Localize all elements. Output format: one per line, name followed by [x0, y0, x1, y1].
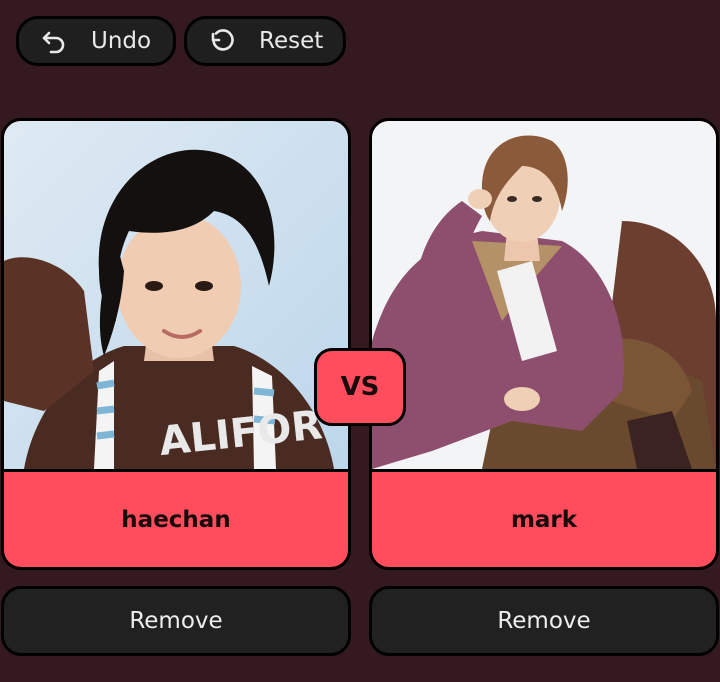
undo-button[interactable]: Undo — [16, 16, 176, 66]
contestant-card-left[interactable]: ALIFOR haechan — [1, 118, 351, 570]
contestant-card-right[interactable]: mark — [369, 118, 719, 570]
rotate-ccw-icon — [207, 26, 237, 56]
contestant-name-left: haechan — [121, 506, 231, 533]
undo-arrow-icon — [39, 26, 69, 56]
undo-label: Undo — [91, 28, 152, 54]
reset-label: Reset — [259, 28, 324, 54]
contestant-photo-right — [372, 121, 716, 472]
remove-button-left[interactable]: Remove — [1, 586, 351, 656]
contestant-name-right: mark — [510, 506, 578, 533]
contestant-photo-left: ALIFOR — [4, 121, 348, 472]
remove-button-right[interactable]: Remove — [369, 586, 719, 656]
vs-badge: VS — [314, 348, 406, 426]
reset-button[interactable]: Reset — [184, 16, 346, 66]
